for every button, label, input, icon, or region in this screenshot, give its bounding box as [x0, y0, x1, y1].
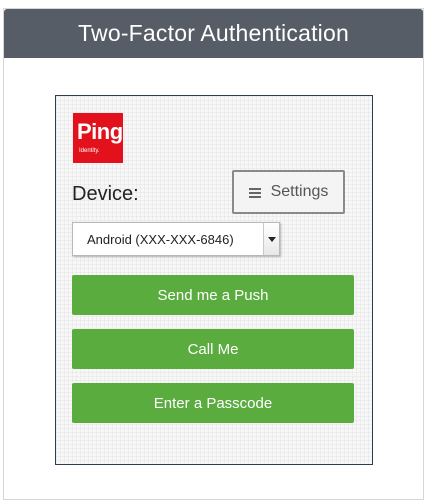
auth-panel: Two-Factor Authentication Ping Identity.… — [3, 8, 424, 500]
page-title: Two-Factor Authentication — [4, 9, 423, 58]
chevron-down-icon[interactable] — [263, 223, 279, 255]
send-push-button[interactable]: Send me a Push — [72, 275, 354, 315]
call-me-button[interactable]: Call Me — [72, 329, 354, 369]
device-select-value: Android (XXX-XXX-6846) — [87, 231, 234, 247]
settings-label: Settings — [270, 183, 329, 200]
device-select[interactable]: Android (XXX-XXX-6846) — [72, 222, 280, 256]
settings-button[interactable]: Settings — [232, 170, 345, 214]
ping-identity-logo: Ping Identity. — [73, 113, 123, 163]
auth-card: Ping Identity. Device: Settings Android … — [55, 95, 373, 465]
logo-tagline: Identity. — [79, 148, 100, 154]
enter-passcode-button[interactable]: Enter a Passcode — [72, 383, 354, 423]
menu-icon — [248, 187, 261, 198]
device-label: Device: — [72, 183, 139, 205]
logo-name: Ping — [77, 119, 123, 144]
